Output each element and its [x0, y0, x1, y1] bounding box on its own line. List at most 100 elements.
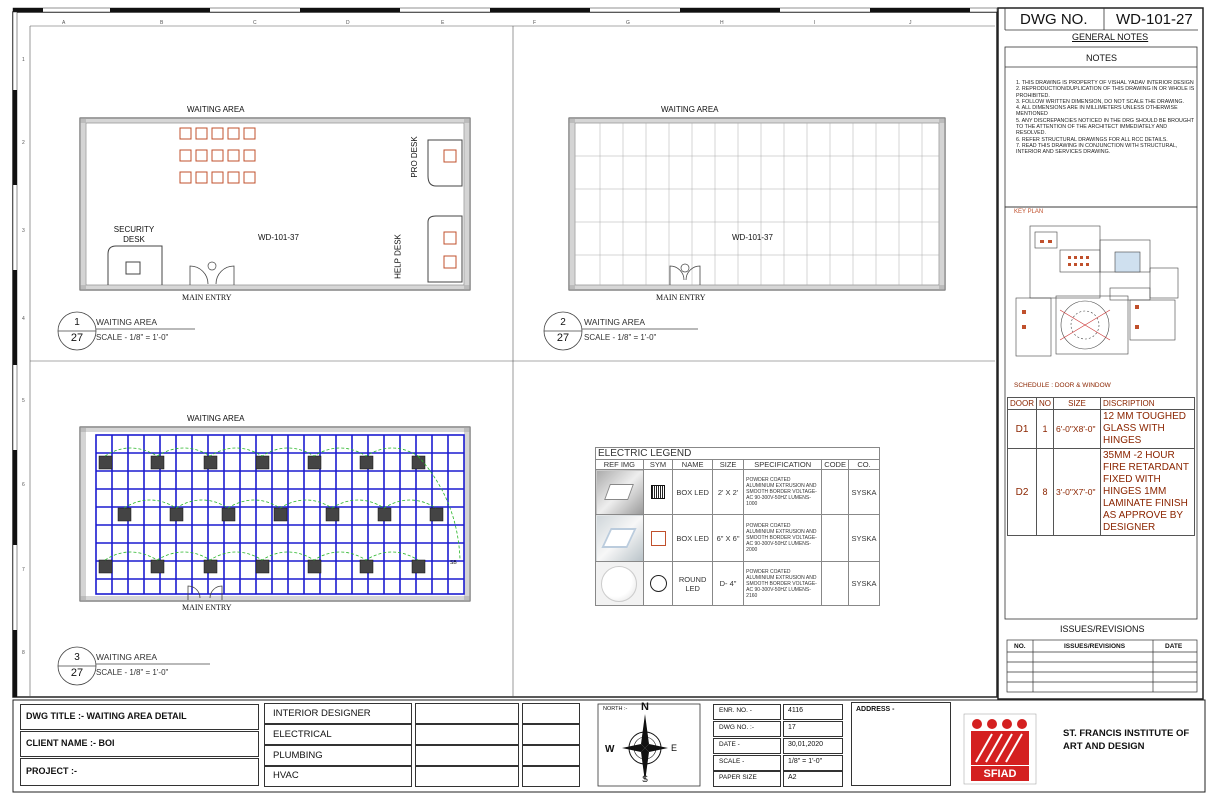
plan-1-number: 1	[74, 317, 80, 328]
plan-1-security-desk-label: SECURITY DESK	[113, 225, 155, 244]
box-led-symbol-icon	[642, 469, 674, 515]
plan-2-top-label: WAITING AREA	[661, 105, 719, 114]
grid-letter-g: G	[626, 20, 630, 26]
schedule-col-door: DOOR	[1007, 397, 1037, 410]
issues-revisions-heading: ISSUES/REVISIONS	[1060, 624, 1145, 634]
legend-spec: POWDER COATED ALUMINIUM EXTRUSION AND SM…	[743, 514, 823, 562]
plan-1-main-entry: MAIN ENTRY	[182, 293, 232, 302]
plan-3-number: 3	[74, 652, 80, 663]
sign-box	[415, 724, 519, 745]
legend-spec: POWDER COATED ALUMINIUM EXTRUSION AND SM…	[743, 469, 823, 515]
legend-col-spec: SPECIFICATION	[743, 459, 823, 470]
grid-number-2: 2	[22, 140, 25, 146]
sign-box	[415, 766, 519, 787]
plan-3-switchboard-tag: SB	[450, 560, 457, 566]
issues-col-no: NO.	[1014, 643, 1026, 650]
round-led-symbol-icon	[642, 561, 674, 606]
info-value: 17	[788, 724, 796, 731]
grid-letter-c: C	[253, 20, 257, 26]
legend-col-size: SIZE	[711, 459, 745, 470]
plan-1-scale: SCALE - 1/8" = 1'-0"	[96, 333, 169, 342]
schedule-size: 6'-0"X8'-0"	[1053, 409, 1101, 449]
legend-spec: POWDER COATED ALUMINIUM EXTRUSION AND SM…	[743, 561, 823, 606]
schedule-door: D1	[1007, 409, 1037, 449]
discipline-label: PLUMBING	[273, 750, 323, 761]
legend-company: SYSKA	[848, 514, 880, 562]
info-value: 30,01,2020	[788, 741, 824, 748]
door-window-schedule: DOOR NO SIZE DISCRIPTION D1 1 6'-0"X8'-0…	[1007, 397, 1195, 536]
grid-number-6: 6	[22, 482, 25, 488]
plan-2-room-code: WD-101-37	[732, 233, 773, 242]
grid-number-4: 4	[22, 316, 25, 322]
plan-1-help-desk-label: HELP DESK	[393, 234, 403, 279]
plan-3-top-label: WAITING AREA	[187, 414, 245, 423]
logo-text: SFIAD	[983, 768, 1017, 780]
legend-col-co: CO.	[848, 459, 880, 470]
plan-1-top-label: WAITING AREA	[187, 105, 245, 114]
legend-name: BOX LED	[672, 469, 713, 515]
issues-col-date: DATE	[1165, 643, 1183, 650]
info-value: 4116	[788, 707, 804, 714]
grid-letter-i: I	[814, 20, 816, 26]
schedule-row: D1 1 6'-0"X8'-0" 12 MM TOUGHED GLASS WIT…	[1007, 409, 1195, 449]
plan-3-scale: SCALE - 1/8" = 1'-0"	[96, 668, 169, 677]
key-plan-image	[1015, 225, 1179, 357]
note-item: 4. ALL DIMENSIONS ARE IN MILLIMETERS UNL…	[1016, 105, 1178, 118]
legend-ref-image	[595, 514, 644, 562]
plan-2-number: 2	[560, 317, 566, 328]
schedule-col-size: SIZE	[1053, 397, 1101, 410]
grid-letter-h: H	[720, 20, 724, 26]
compass-e: E	[671, 743, 678, 753]
schedule-desc: 35MM -2 HOUR FIRE RETARDANT FIXED WITH H…	[1100, 448, 1195, 536]
legend-title: ELECTRIC LEGEND	[595, 447, 880, 460]
legend-code	[821, 514, 850, 562]
dwg-no-value: WD-101-27	[1116, 11, 1193, 28]
address-box	[851, 702, 951, 786]
note-item: 5. ANY DISCREPANCIES NOTICED IN THE DRG …	[1016, 117, 1194, 137]
grid-letter-a: A	[62, 20, 66, 26]
info-label: SCALE -	[719, 758, 745, 765]
legend-col-code: CODE	[821, 459, 850, 470]
address-label: ADDRESS -	[856, 706, 895, 713]
discipline-label: ELECTRICAL	[273, 729, 332, 740]
grid-number-1: 1	[22, 57, 25, 63]
info-label: PAPER SIZE	[719, 774, 757, 781]
grid-letter-j: J	[909, 20, 912, 26]
schedule-col-desc: DISCRIPTION	[1100, 397, 1195, 410]
client-name: CLIENT NAME :- BOI	[26, 738, 115, 748]
schedule-col-no: NO	[1036, 397, 1054, 410]
legend-row: BOX LED 6" X 6" POWDER COATED ALUMINIUM …	[595, 514, 880, 562]
legend-ref-image	[595, 469, 644, 515]
grid-letter-d: D	[346, 20, 350, 26]
plan-2-main-entry: MAIN ENTRY	[656, 293, 706, 302]
grid-letter-e: E	[441, 20, 445, 26]
legend-col-sym: SYM	[642, 459, 674, 470]
schedule-no: 8	[1036, 448, 1054, 536]
sign-box	[522, 703, 580, 724]
legend-row: BOX LED 2' X 2' POWDER COATED ALUMINIUM …	[595, 469, 880, 515]
schedule-size: 3'-0"X7'-0"	[1053, 448, 1101, 536]
sign-box	[522, 724, 580, 745]
dwg-title: DWG TITLE :- WAITING AREA DETAIL	[26, 711, 187, 721]
discipline-label: INTERIOR DESIGNER	[273, 708, 371, 719]
grid-number-7: 7	[22, 567, 25, 573]
legend-code	[821, 469, 850, 515]
plan-3-electrical-layout	[79, 426, 471, 602]
compass-s: S	[642, 774, 649, 784]
schedule-row: D2 8 3'-0"X7'-0" 35MM -2 HOUR FIRE RETAR…	[1007, 448, 1195, 536]
north-label: NORTH :-	[603, 706, 628, 712]
legend-name: ROUND LED	[672, 561, 713, 606]
schedule-header-row: DOOR NO SIZE DISCRIPTION	[1007, 397, 1195, 410]
general-notes-heading: GENERAL NOTES	[1072, 32, 1149, 42]
plan-2-scale: SCALE - 1/8" = 1'-0"	[584, 333, 657, 342]
electric-legend-table: ELECTRIC LEGEND REF IMG SYM NAME SIZE SP…	[595, 447, 880, 606]
info-value: 1/8" = 1'-0"	[788, 758, 823, 765]
plan-2-ceiling-grid	[568, 117, 946, 291]
schedule-title: SCHEDULE : DOOR & WINDOW	[1014, 382, 1111, 389]
legend-name: BOX LED	[672, 514, 713, 562]
info-label: ENR. NO. -	[719, 707, 752, 714]
institute-name: ST. FRANCIS INSTITUTE OF ART AND DESIGN	[1063, 728, 1190, 752]
note-item: 7. READ THIS DRAWING IN CONJUNCTION WITH…	[1016, 142, 1178, 156]
plan-2-title: WAITING AREA	[584, 317, 646, 327]
legend-ref-image	[595, 561, 644, 606]
